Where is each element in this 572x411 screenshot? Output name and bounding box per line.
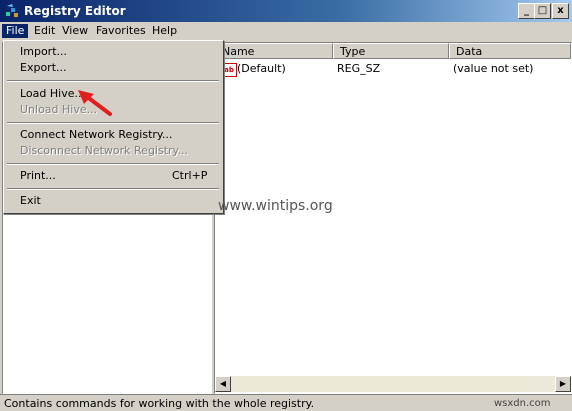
- value-list-pane[interactable]: Name Type Data ab (Default) REG_SZ (valu…: [214, 42, 572, 394]
- corner-watermark: wsxdn.com: [494, 398, 551, 409]
- menu-item-print-label: Print...: [20, 169, 56, 182]
- menu-item-disconnect-network-registry: Disconnect Network Registry...: [4, 142, 223, 160]
- value-type: REG_SZ: [337, 62, 381, 75]
- menu-bar: File Edit View Favorites Help: [0, 22, 572, 40]
- minimize-button[interactable]: _: [518, 3, 535, 19]
- menu-edit[interactable]: Edit: [30, 24, 59, 38]
- window-title: Registry Editor: [24, 4, 126, 18]
- minimize-icon: _: [524, 5, 529, 16]
- column-headers: Name Type Data: [215, 43, 571, 60]
- menu-item-export[interactable]: Export...: [4, 59, 223, 77]
- menu-separator: [7, 188, 219, 190]
- watermark-text: www.wintips.org: [218, 198, 333, 214]
- close-button[interactable]: x: [552, 3, 569, 19]
- registry-editor-window: Registry Editor _ □ x File Edit View Fav…: [0, 0, 572, 411]
- value-row[interactable]: ab (Default) REG_SZ (value not set): [215, 61, 571, 77]
- file-menu-dropdown: Import... Export... Load Hive... Unload …: [3, 40, 224, 214]
- scroll-left-button[interactable]: ◀: [215, 376, 231, 392]
- scroll-left-icon: ◀: [219, 379, 227, 388]
- menu-file[interactable]: File: [2, 24, 29, 38]
- title-bar[interactable]: Registry Editor _ □ x: [0, 0, 572, 22]
- registry-editor-icon: [6, 4, 18, 17]
- horizontal-scrollbar[interactable]: ◀ ▶: [215, 376, 571, 392]
- menu-item-print[interactable]: Print... Ctrl+P: [4, 167, 223, 185]
- column-header-name[interactable]: Name: [215, 43, 333, 59]
- menu-separator: [7, 122, 219, 124]
- maximize-icon: □: [537, 5, 548, 16]
- maximize-button[interactable]: □: [534, 3, 551, 19]
- status-bar: Contains commands for working with the w…: [0, 394, 572, 411]
- close-icon: x: [557, 5, 564, 16]
- menu-view[interactable]: View: [58, 24, 92, 38]
- menu-item-export-label: Export...: [20, 61, 67, 74]
- status-text: Contains commands for working with the w…: [4, 397, 315, 410]
- menu-item-exit-label: Exit: [20, 194, 41, 207]
- scroll-right-icon: ▶: [559, 379, 567, 388]
- scroll-right-button[interactable]: ▶: [555, 376, 571, 392]
- column-header-type[interactable]: Type: [333, 43, 449, 59]
- menu-help[interactable]: Help: [148, 24, 181, 38]
- value-name: (Default): [237, 62, 286, 75]
- menu-separator: [7, 163, 219, 165]
- menu-separator: [7, 80, 219, 82]
- menu-item-disconnect-label: Disconnect Network Registry...: [20, 144, 188, 157]
- menu-item-print-shortcut: Ctrl+P: [172, 169, 208, 182]
- menu-item-exit[interactable]: Exit: [4, 192, 223, 210]
- menu-favorites[interactable]: Favorites: [92, 24, 150, 38]
- column-header-data[interactable]: Data: [449, 43, 571, 59]
- red-arrow-annotation: [78, 90, 112, 116]
- value-data: (value not set): [453, 62, 534, 75]
